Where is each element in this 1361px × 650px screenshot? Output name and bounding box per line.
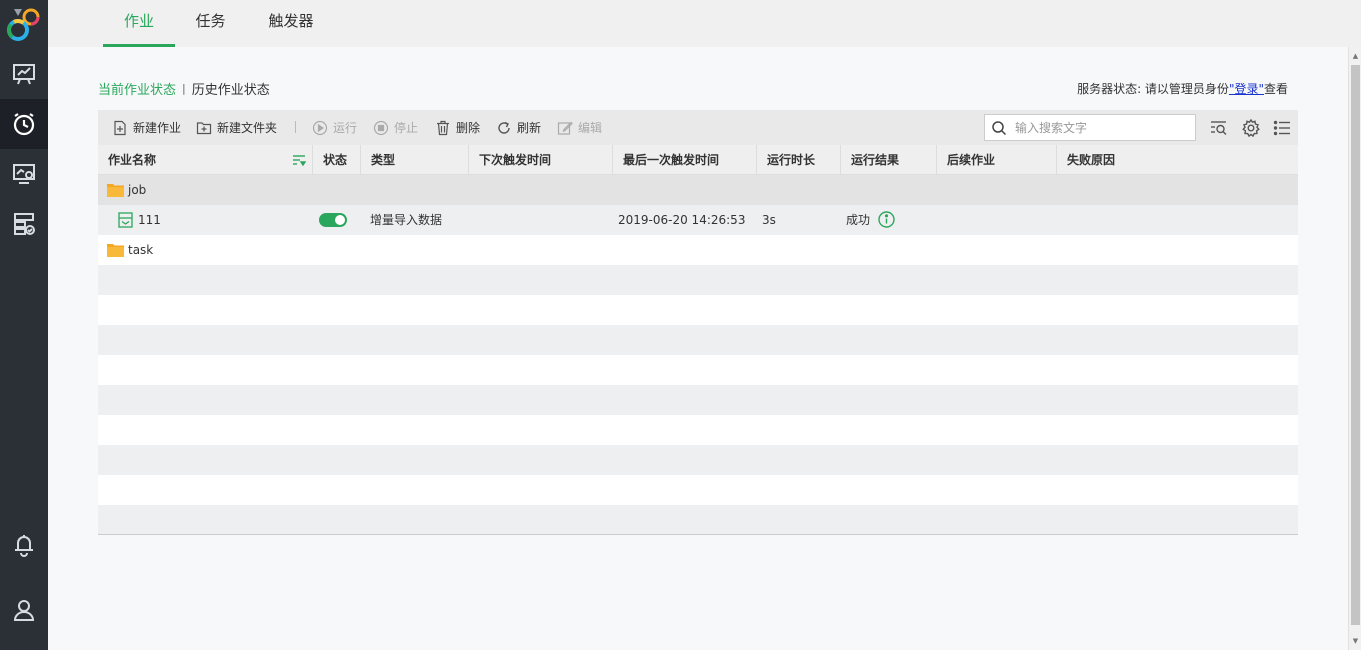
nav-dashboard[interactable] [0,49,48,99]
logo-icon [7,8,40,41]
search-icon [992,120,1007,135]
server-check-icon [14,213,35,235]
col-result[interactable]: 运行结果 [841,145,937,175]
table-row-empty [98,325,1298,355]
refresh-label: 刷新 [517,121,542,135]
folder-name: job [128,183,147,197]
table-row-empty [98,295,1298,325]
col-last-trigger[interactable]: 最后一次触发时间 [613,145,757,175]
col-status[interactable]: 状态 [313,145,361,175]
stop-button[interactable]: 停止 [373,110,418,145]
col-job-name-label: 作业名称 [108,153,157,167]
server-status-text: 服务器状态: 请以管理员身份 [1077,82,1229,96]
folder-icon [107,184,124,197]
search-box [984,114,1196,141]
filter-sort-icon[interactable] [292,153,306,167]
job-status-toggle[interactable] [319,213,347,227]
edit-label: 编辑 [578,121,603,135]
scroll-thumb[interactable] [1351,65,1360,625]
sidebar [0,0,48,650]
list-view-icon[interactable] [1272,118,1292,138]
nav-task-check[interactable] [0,199,48,249]
job-last-trigger: 2019-06-20 14:26:53 [618,213,746,227]
nav-monitor[interactable] [0,149,48,199]
run-button[interactable]: 运行 [312,110,357,145]
nav-user[interactable] [0,585,48,635]
delete-button[interactable]: 删除 [435,110,480,145]
col-fail-reason[interactable]: 失败原因 [1057,145,1298,175]
table-row-empty [98,445,1298,475]
play-icon [312,120,328,135]
top-tab-bar: 作业 任务 触发器 [48,0,1361,47]
stop-icon [373,120,389,135]
table-row-empty [98,265,1298,295]
advanced-search-icon[interactable] [1209,118,1229,138]
folder-name: task [128,243,154,257]
new-folder-icon [196,121,212,134]
table-row-empty [98,505,1298,535]
info-icon[interactable] [878,210,895,228]
login-link[interactable]: "登录" [1229,82,1264,96]
nav-notifications[interactable] [0,520,48,570]
search-input[interactable] [1015,120,1185,135]
trash-icon [437,120,449,135]
current-job-status-link[interactable]: 当前作业状态 [98,79,176,98]
tab-jobs[interactable]: 作业 [103,0,175,47]
table-header: 作业名称 状态 类型 下次触发时间 最后一次触发时间 运行时长 运行结果 后续作… [98,145,1298,175]
edit-icon [557,121,573,135]
table-row-folder-task[interactable]: task [98,235,1298,265]
scroll-up-arrow-icon[interactable]: ▲ [1349,49,1361,63]
table-row-empty [98,475,1298,505]
col-job-name[interactable]: 作业名称 [98,145,313,175]
history-job-status-link[interactable]: 历史作业状态 [192,79,270,98]
main-content: 当前作业状态 | 历史作业状态 服务器状态: 请以管理员身份"登录"查看 新建作… [48,47,1348,650]
alarm-clock-icon [13,113,35,136]
new-file-icon [114,120,126,135]
edit-button[interactable]: 编辑 [557,110,602,145]
jobs-table: 作业名称 状态 类型 下次触发时间 最后一次触发时间 运行时长 运行结果 后续作… [98,145,1298,535]
folder-icon [107,244,124,257]
server-status: 服务器状态: 请以管理员身份"登录"查看 [1077,80,1288,97]
job-result-text: 成功 [846,213,871,227]
col-type[interactable]: 类型 [361,145,469,175]
new-folder-button[interactable]: 新建文件夹 [196,110,277,145]
status-separator: | [182,82,186,95]
server-status-suffix: 查看 [1263,82,1288,96]
presentation-chart-icon [13,64,35,85]
job-type: 增量导入数据 [370,213,443,227]
gear-icon[interactable] [1241,118,1261,138]
tab-tasks[interactable]: 任务 [183,0,238,47]
toolbar-divider [295,121,296,133]
app-logo [0,0,48,48]
delete-label: 删除 [456,121,481,135]
nav-scheduler[interactable] [0,99,48,149]
new-job-label: 新建作业 [133,121,182,135]
job-duration: 3s [762,213,776,227]
job-name: 111 [138,213,161,227]
new-folder-label: 新建文件夹 [217,121,278,135]
table-row-empty [98,415,1298,445]
table-row-folder-job[interactable]: job [98,175,1298,205]
table-row-empty [98,355,1298,385]
job-icon [118,212,133,228]
col-next-trigger[interactable]: 下次触发时间 [469,145,613,175]
vertical-scrollbar[interactable]: ▲ ▼ [1348,47,1361,650]
refresh-button[interactable]: 刷新 [496,110,541,145]
table-row-empty [98,385,1298,415]
refresh-icon [498,121,510,134]
run-label: 运行 [333,121,358,135]
new-job-button[interactable]: 新建作业 [112,110,181,145]
monitor-settings-icon [13,164,35,184]
col-next-job[interactable]: 后续作业 [937,145,1057,175]
col-duration[interactable]: 运行时长 [757,145,841,175]
bell-icon [15,535,33,557]
toolbar: 新建作业 新建文件夹 运行 停止 删除 刷新 编辑 输入搜索文字 [98,110,1298,145]
user-icon [13,600,35,621]
job-result: 成功 [846,205,895,235]
table-row-job-111[interactable]: 111 增量导入数据 2019-06-20 14:26:53 3s 成功 [98,205,1298,235]
status-switch: 当前作业状态 | 历史作业状态 [98,79,270,98]
tab-triggers[interactable]: 触发器 [258,0,324,47]
stop-label: 停止 [394,121,419,135]
scroll-down-arrow-icon[interactable]: ▼ [1349,634,1361,648]
